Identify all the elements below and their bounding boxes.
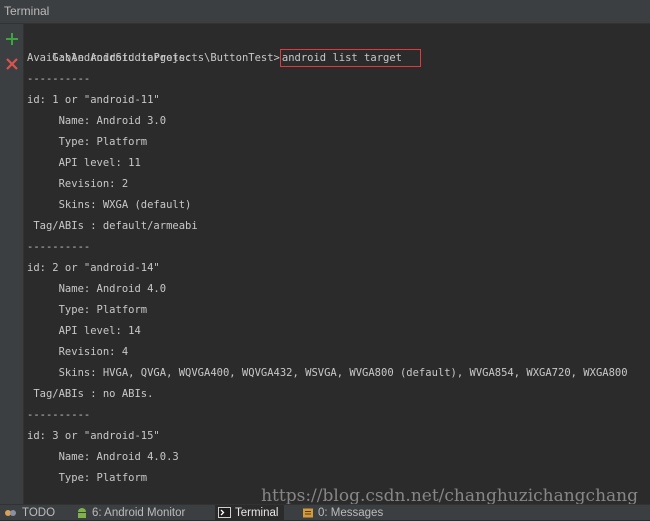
- output-line: API level: 14: [27, 325, 141, 337]
- todo-icon: [5, 509, 16, 516]
- output-line: Name: Android 3.0: [27, 115, 167, 127]
- tool-window-header: Terminal: [0, 0, 650, 24]
- messages-icon: [303, 508, 313, 518]
- output-line: Type: Platform: [27, 472, 148, 484]
- output-line: ----------: [27, 73, 91, 85]
- tab-android-monitor-label: 6: Android Monitor: [92, 507, 186, 519]
- terminal-sidebar: [0, 24, 24, 504]
- tab-terminal-label: Terminal: [235, 507, 279, 519]
- output-line: ----------: [27, 241, 91, 253]
- close-session-button[interactable]: [4, 56, 20, 72]
- output-line: Type: Platform: [27, 136, 148, 148]
- terminal-output[interactable]: G:\AndroidStudioProjects\ButtonTest> andr…: [24, 24, 650, 504]
- output-line: Type: Platform: [27, 304, 148, 316]
- bottom-tool-tabs: TODO 6: Android Monitor Terminal 0: Mess…: [0, 504, 650, 521]
- tab-android-monitor[interactable]: 6: Android Monitor: [76, 505, 185, 521]
- tab-todo-label: TODO: [22, 507, 56, 519]
- output-line: Tag/ABIs : no ABIs.: [27, 388, 154, 400]
- tab-messages[interactable]: 0: Messages: [302, 505, 383, 521]
- output-line: Name: Android 4.0.3: [27, 451, 179, 463]
- prompt-line: G:\AndroidStudioProjects\ButtonTest> andr…: [27, 27, 421, 67]
- command-text: android list target: [279, 49, 421, 67]
- android-icon: [78, 507, 86, 518]
- output-line: API level: 11: [27, 157, 141, 169]
- output-line: Tag/ABIs : default/armeabi: [27, 220, 198, 232]
- output-line: Skins: WXGA (default): [27, 199, 192, 211]
- watermark-text: https://blog.csdn.net/changhuzichangchan…: [261, 486, 638, 506]
- output-line: Name: Android 4.0: [27, 283, 167, 295]
- tab-todo[interactable]: TODO: [4, 505, 55, 521]
- tab-terminal[interactable]: Terminal: [215, 505, 285, 521]
- output-line: Revision: 4: [27, 346, 129, 358]
- terminal-icon: [218, 507, 231, 519]
- plus-icon: [6, 33, 18, 45]
- output-line: Revision: 2: [27, 178, 129, 190]
- tool-window-title: Terminal: [4, 4, 50, 18]
- output-line: id: 2 or "android-14": [27, 262, 160, 274]
- output-line: id: 3 or "android-15": [27, 430, 160, 442]
- output-line: Available Android targets:: [27, 52, 192, 64]
- output-line: id: 1 or "android-11": [27, 94, 160, 106]
- output-line: Skins: HVGA, QVGA, WQVGA400, WQVGA432, W…: [27, 367, 628, 379]
- close-icon: [6, 58, 18, 70]
- tab-messages-label: 0: Messages: [318, 507, 384, 519]
- output-line: ----------: [27, 409, 91, 421]
- new-session-button[interactable]: [4, 31, 20, 47]
